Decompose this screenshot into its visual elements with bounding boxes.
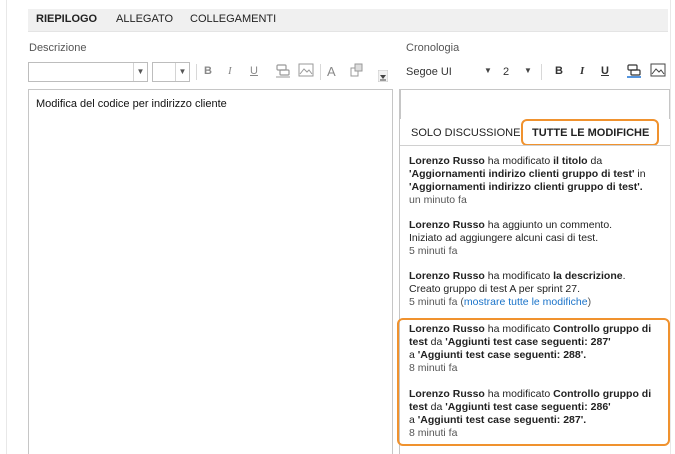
toolbar-separator [320,64,321,80]
entry-text: ha modificato [484,155,554,167]
entry-text: a aggiunto un commento. [493,219,613,231]
entry-comment: Iniziato ad aggiungere alcuni casi di te… [409,232,599,244]
filter-discussion-only[interactable]: SOLO DISCUSSIONE [411,127,520,139]
show-all-changes-link[interactable]: mostrare tutte le modifiche [464,296,588,308]
description-editor[interactable]: Modifica del codice per indirizzo client… [28,89,393,454]
description-italic-button[interactable]: I [228,65,232,77]
entry-field: il titolo [553,155,588,167]
description-bold-button[interactable]: B [204,65,212,77]
chevron-down-icon[interactable]: ▼ [484,66,492,75]
toolbar-separator [541,64,542,80]
description-text: Modifica del codice per indirizzo client… [36,98,227,110]
chevron-down-icon[interactable]: ▼ [524,66,532,75]
description-underline-button[interactable]: U [250,65,258,77]
history-bold-button[interactable]: B [555,65,563,77]
entry-time: 5 minuti fa [409,245,458,257]
tab-attachment[interactable]: ALLEGATO [116,13,173,25]
highlight-icon[interactable] [350,63,364,77]
insert-image-icon[interactable] [298,63,314,77]
entry-author[interactable]: Lorenzo Russo [409,270,485,282]
history-comment-editor[interactable] [400,89,670,119]
tab-links[interactable]: COLLEGAMENTI [190,13,276,25]
insert-image-icon[interactable] [650,63,666,77]
history-italic-button[interactable]: I [580,65,584,77]
entry-author[interactable]: Lorenzo Russo [409,219,485,231]
history-entry: Lorenzo Russo ha aggiunto un commento. In… [409,219,671,258]
description-size-select[interactable]: ▼ [152,62,190,82]
entry-field: la descrizione [553,270,623,282]
entry-time: 5 minuti fa [409,296,458,308]
entry-text: h [484,219,494,231]
entry-time: un minuto fa [409,194,467,206]
entry-text: ha modificato [484,270,554,282]
entry-old-value: 'Aggiornamenti indirizo clienti gruppo d… [409,168,635,180]
entry-text: in [634,168,646,180]
history-font-value[interactable]: Segoe UI [406,66,452,78]
tab-summary[interactable]: RIEPILOGO [36,13,97,25]
panel-left-border [6,0,7,454]
entry-text: ) [587,296,592,308]
history-size-value[interactable]: 2 [503,66,509,78]
history-underline-button[interactable]: U [601,65,609,77]
filter-highlight [521,119,659,146]
description-label: Descrizione [29,42,87,54]
entry-text: da [587,155,603,167]
chevron-down-icon: ▼ [175,63,189,81]
tab-bar: RIEPILOGO ALLEGATO COLLEGAMENTI [28,9,668,32]
history-label: Cronologia [406,42,460,54]
insert-link-icon[interactable] [626,63,642,79]
toolbar-separator [196,64,197,80]
toolbar-overflow-icon[interactable] [378,70,388,82]
entry-author[interactable]: Lorenzo Russo [409,155,485,167]
chevron-down-icon: ▼ [133,63,147,81]
entry-text: . [622,270,626,282]
insert-link-icon[interactable] [275,63,291,79]
entry-new-value: Creato gruppo di test A per sprint 27. [409,283,581,295]
entries-highlight [397,318,670,446]
entry-new-value: 'Aggiornamenti indirizzo clienti gruppo … [409,181,643,193]
description-font-select[interactable]: ▼ [28,62,148,82]
history-entry: Lorenzo Russo ha modificato il titolo da… [409,155,671,207]
font-color-button[interactable]: A [327,64,336,79]
history-entry: Lorenzo Russo ha modificato la descrizio… [409,270,671,309]
filter-divider [400,145,670,146]
